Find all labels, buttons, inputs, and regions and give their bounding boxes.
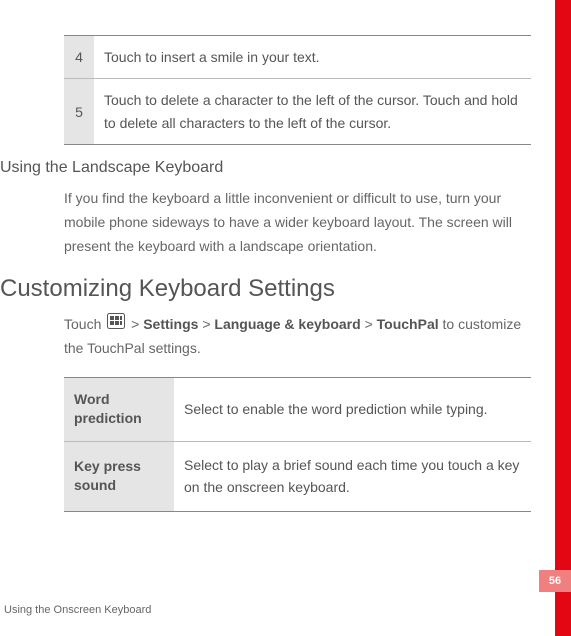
sep-2: > (198, 316, 214, 332)
table-row: 5 Touch to delete a character to the lef… (64, 79, 531, 145)
path-language: Language & keyboard (214, 316, 360, 332)
row-number: 4 (64, 36, 94, 79)
home-icon (107, 313, 125, 337)
touch-prefix: Touch (64, 316, 105, 332)
sep-1: > (127, 316, 143, 332)
page-number: 56 (539, 570, 571, 592)
para-landscape: If you find the keyboard a little inconv… (64, 187, 531, 258)
setting-label: Word prediction (64, 377, 174, 441)
setting-desc: Select to play a brief sound each time y… (174, 441, 531, 511)
table-row: 4 Touch to insert a smile in your text. (64, 36, 531, 79)
setting-desc: Select to enable the word prediction whi… (174, 377, 531, 441)
page-content: 4 Touch to insert a smile in your text. … (0, 0, 571, 512)
row-text: Touch to delete a character to the left … (94, 79, 531, 145)
section-title: Customizing Keyboard Settings (0, 275, 531, 303)
path-touchpal: TouchPal (377, 316, 439, 332)
numbered-table: 4 Touch to insert a smile in your text. … (64, 35, 531, 145)
settings-table: Word prediction Select to enable the wor… (64, 377, 531, 512)
subheading-landscape: Using the Landscape Keyboard (0, 159, 531, 177)
path-settings: Settings (143, 316, 198, 332)
sep-3: > (361, 316, 377, 332)
table-row: Key press sound Select to play a brief s… (64, 441, 531, 511)
footer-text: Using the Onscreen Keyboard (4, 604, 151, 616)
row-number: 5 (64, 79, 94, 145)
page-sidebar (555, 0, 571, 636)
table-row: Word prediction Select to enable the wor… (64, 377, 531, 441)
row-text: Touch to insert a smile in your text. (94, 36, 531, 79)
para-touchpath: Touch > Settings > Language & keyboard >… (64, 313, 531, 361)
setting-label: Key press sound (64, 441, 174, 511)
